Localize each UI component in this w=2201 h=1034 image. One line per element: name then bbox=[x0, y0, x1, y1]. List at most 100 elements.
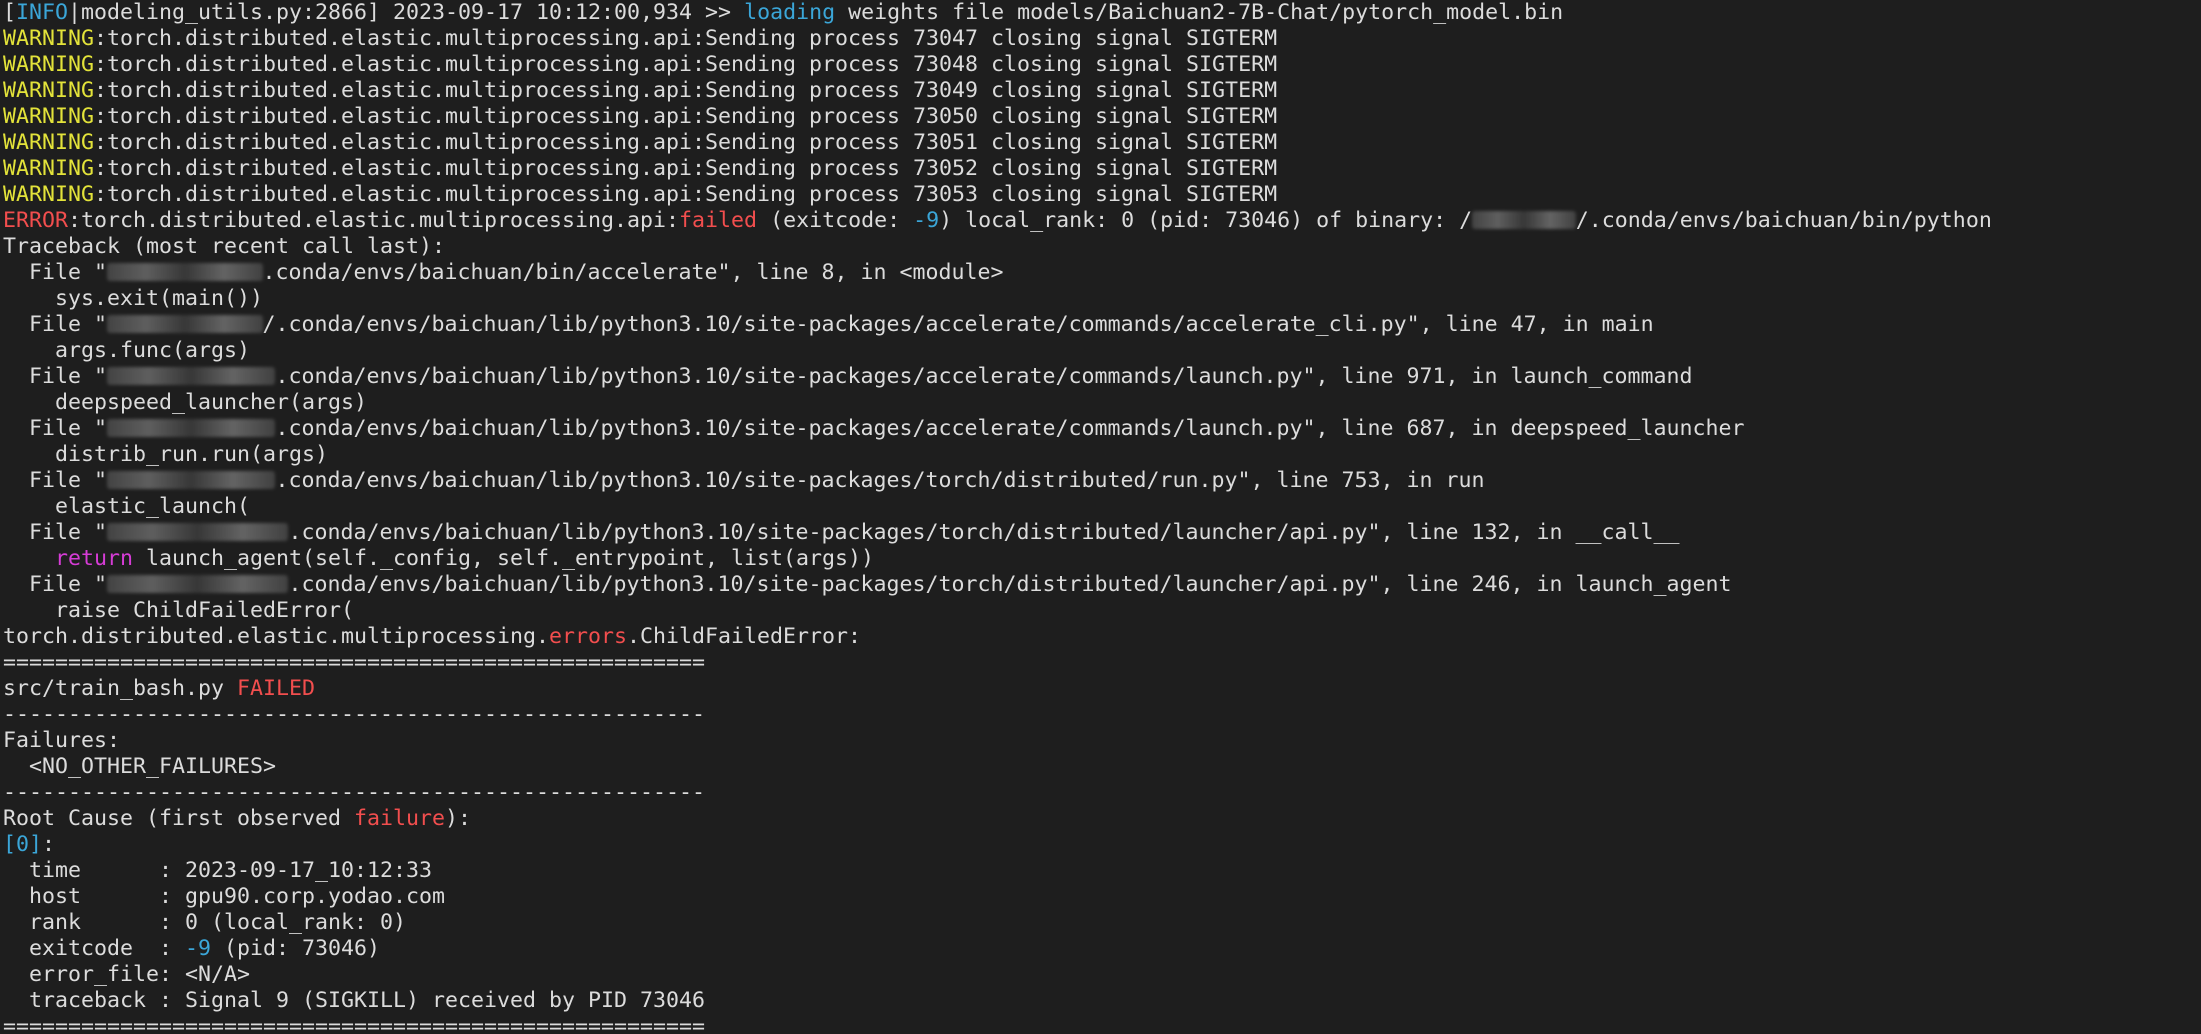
terminal-text: traceback : Signal 9 (SIGKILL) received … bbox=[3, 988, 706, 1013]
terminal-text: ) local_rank: 0 (pid: 73046) of binary: … bbox=[939, 208, 1473, 233]
terminal-line: File " .conda/envs/baichuan/lib/python3.1… bbox=[3, 520, 2198, 546]
terminal-text: host : gpu90.corp.yodao.com bbox=[3, 884, 446, 909]
terminal-text: ========================================… bbox=[3, 1014, 706, 1034]
terminal-text: -9 bbox=[913, 208, 940, 233]
terminal-text: .conda/envs/baichuan/bin/accelerate", li… bbox=[262, 260, 1004, 285]
terminal-text: sys.exit(main()) bbox=[3, 286, 264, 311]
redacted-path bbox=[107, 523, 289, 541]
redacted-path bbox=[107, 471, 276, 489]
terminal-text: .conda/envs/baichuan/lib/python3.10/site… bbox=[288, 572, 1732, 597]
terminal-line: <NO_OTHER_FAILURES> bbox=[3, 754, 2198, 780]
terminal-line: ========================================… bbox=[3, 650, 2198, 676]
terminal-text: :torch.distributed.elastic.multiprocessi… bbox=[94, 182, 1278, 207]
terminal-text: -9 bbox=[185, 936, 212, 961]
redacted-path bbox=[1472, 211, 1576, 229]
terminal-text: torch.distributed.elastic.multiprocessin… bbox=[3, 624, 550, 649]
terminal-text: (exitcode: bbox=[757, 208, 914, 233]
terminal-line: WARNING:torch.distributed.elastic.multip… bbox=[3, 52, 2198, 78]
terminal-text: args.func(args) bbox=[3, 338, 251, 363]
terminal-text: .conda/envs/baichuan/lib/python3.10/site… bbox=[275, 468, 1485, 493]
terminal-text: File " bbox=[3, 416, 108, 441]
terminal-line: deepspeed_launcher(args) bbox=[3, 390, 2198, 416]
terminal-text: distrib_run.run(args) bbox=[3, 442, 329, 467]
terminal-output[interactable]: [INFO|modeling_utils.py:2866] 2023-09-17… bbox=[3, 0, 2198, 1034]
terminal-text: WARNING bbox=[3, 26, 95, 51]
terminal-text: return bbox=[55, 546, 134, 571]
terminal-text: errors bbox=[549, 624, 628, 649]
terminal-text: <NO_OTHER_FAILURES> bbox=[3, 754, 277, 779]
terminal-text: /.conda/envs/baichuan/lib/python3.10/sit… bbox=[262, 312, 1654, 337]
terminal-line: WARNING:torch.distributed.elastic.multip… bbox=[3, 156, 2198, 182]
terminal-text: :torch.distributed.elastic.multiprocessi… bbox=[94, 130, 1278, 155]
terminal-text: INFO bbox=[16, 0, 69, 25]
terminal-line: WARNING:torch.distributed.elastic.multip… bbox=[3, 182, 2198, 208]
terminal-text: .conda/envs/baichuan/lib/python3.10/site… bbox=[275, 364, 1693, 389]
terminal-text: :torch.distributed.elastic.multiprocessi… bbox=[68, 208, 680, 233]
terminal-line: rank : 0 (local_rank: 0) bbox=[3, 910, 2198, 936]
terminal-line: args.func(args) bbox=[3, 338, 2198, 364]
terminal-text: File " bbox=[3, 260, 108, 285]
terminal-text: :torch.distributed.elastic.multiprocessi… bbox=[94, 104, 1278, 129]
terminal-line: File " .conda/envs/baichuan/lib/python3.1… bbox=[3, 416, 2198, 442]
terminal-line: exitcode : -9 (pid: 73046) bbox=[3, 936, 2198, 962]
terminal-text: raise ChildFailedError( bbox=[3, 598, 355, 623]
terminal-text: ----------------------------------------… bbox=[3, 780, 706, 805]
terminal-text: File " bbox=[3, 572, 108, 597]
terminal-line: File " .conda/envs/baichuan/lib/python3.1… bbox=[3, 572, 2198, 598]
terminal-line: traceback : Signal 9 (SIGKILL) received … bbox=[3, 988, 2198, 1014]
terminal-text: exitcode : bbox=[3, 936, 186, 961]
terminal-line: return launch_agent(self._config, self._… bbox=[3, 546, 2198, 572]
redacted-path bbox=[107, 419, 276, 437]
terminal-text: File " bbox=[3, 468, 108, 493]
terminal-text: : bbox=[42, 832, 56, 857]
terminal-line: Traceback (most recent call last): bbox=[3, 234, 2198, 260]
terminal-line: File " .conda/envs/baichuan/lib/python3.1… bbox=[3, 468, 2198, 494]
terminal-text: elastic_launch( bbox=[3, 494, 251, 519]
terminal-line: WARNING:torch.distributed.elastic.multip… bbox=[3, 130, 2198, 156]
terminal-text: weights file models/Baichuan2-7B-Chat/py… bbox=[835, 0, 1564, 25]
terminal-line: Root Cause (first observed failure): bbox=[3, 806, 2198, 832]
redacted-path bbox=[107, 575, 289, 593]
redacted-path bbox=[107, 263, 263, 281]
terminal-line: sys.exit(main()) bbox=[3, 286, 2198, 312]
redacted-path bbox=[107, 367, 276, 385]
terminal-line: distrib_run.run(args) bbox=[3, 442, 2198, 468]
terminal-text: FAILED bbox=[237, 676, 316, 701]
terminal-text: Failures: bbox=[3, 728, 121, 753]
terminal-text: [0] bbox=[3, 832, 43, 857]
terminal-line: WARNING:torch.distributed.elastic.multip… bbox=[3, 78, 2198, 104]
terminal-line: [INFO|modeling_utils.py:2866] 2023-09-17… bbox=[3, 0, 2198, 26]
terminal-text: (pid: 73046) bbox=[211, 936, 381, 961]
terminal-text: ): bbox=[445, 806, 472, 831]
terminal-line: raise ChildFailedError( bbox=[3, 598, 2198, 624]
terminal-line: elastic_launch( bbox=[3, 494, 2198, 520]
terminal-text: WARNING bbox=[3, 104, 95, 129]
terminal-line: ----------------------------------------… bbox=[3, 780, 2198, 806]
terminal-text: .ChildFailedError: bbox=[627, 624, 862, 649]
terminal-text: WARNING bbox=[3, 78, 95, 103]
terminal-text: src/train_bash.py bbox=[3, 676, 238, 701]
terminal-line: File " /.conda/envs/baichuan/lib/python3.… bbox=[3, 312, 2198, 338]
terminal-line: time : 2023-09-17_10:12:33 bbox=[3, 858, 2198, 884]
terminal-text: :torch.distributed.elastic.multiprocessi… bbox=[94, 52, 1278, 77]
terminal-text: failed bbox=[679, 208, 758, 233]
terminal-line: WARNING:torch.distributed.elastic.multip… bbox=[3, 104, 2198, 130]
terminal-line: ----------------------------------------… bbox=[3, 702, 2198, 728]
terminal-text: deepspeed_launcher(args) bbox=[3, 390, 368, 415]
terminal-text: rank : 0 (local_rank: 0) bbox=[3, 910, 407, 935]
terminal-text: WARNING bbox=[3, 156, 95, 181]
terminal-text: Traceback (most recent call last): bbox=[3, 234, 446, 259]
terminal-line: WARNING:torch.distributed.elastic.multip… bbox=[3, 26, 2198, 52]
terminal-text: failure bbox=[354, 806, 446, 831]
terminal-text: /.conda/envs/baichuan/bin/python bbox=[1575, 208, 1992, 233]
redacted-path bbox=[107, 315, 263, 333]
terminal-text: WARNING bbox=[3, 52, 95, 77]
terminal-text: WARNING bbox=[3, 182, 95, 207]
terminal-line: src/train_bash.py FAILED bbox=[3, 676, 2198, 702]
terminal-line: torch.distributed.elastic.multiprocessin… bbox=[3, 624, 2198, 650]
terminal-text: :torch.distributed.elastic.multiprocessi… bbox=[94, 156, 1278, 181]
terminal-text: |modeling_utils.py:2866] 2023-09-17 10:1… bbox=[68, 0, 745, 25]
terminal-text: File " bbox=[3, 312, 108, 337]
terminal-text: launch_agent(self._config, self._entrypo… bbox=[133, 546, 875, 571]
